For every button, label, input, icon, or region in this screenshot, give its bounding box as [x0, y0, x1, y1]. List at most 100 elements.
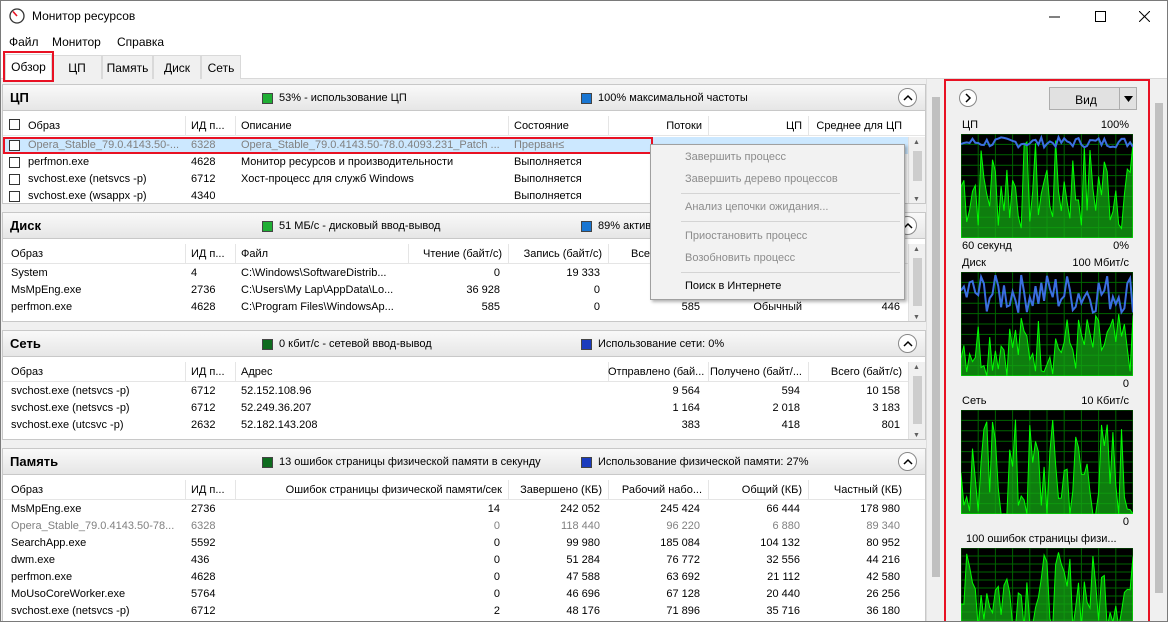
main-scrollbar[interactable] — [926, 79, 944, 621]
chevron-up-icon — [902, 458, 913, 465]
column-pid[interactable]: ИД п... — [191, 120, 225, 132]
column-image[interactable]: Образ — [28, 120, 60, 132]
cell-image: svchost.exe (utcsvc -p) — [11, 419, 124, 431]
table-row[interactable]: svchost.exe (netsvcs -p) 6712 52.152.108… — [3, 383, 925, 400]
cell-address: 52.182.143.208 — [241, 419, 318, 431]
resource-monitor-icon — [9, 8, 25, 24]
disk-scrollbar[interactable]: ▲ ▼ — [908, 244, 925, 321]
menu-item-resume-process[interactable]: Возобновить процесс — [685, 252, 795, 264]
tab-disk[interactable]: Диск — [153, 55, 201, 79]
row-checkbox[interactable] — [9, 140, 20, 151]
network-section-header[interactable]: Сеть 0 кбит/с - сетевой ввод-вывод Испол… — [3, 331, 925, 357]
table-row[interactable]: MsMpEng.exe 2736 14 242 052 245 424 66 444 178… — [3, 501, 925, 518]
column-received[interactable]: Получено (байт/... — [708, 366, 802, 378]
table-row[interactable]: perfmon.exe 4628 C:\Program Files\Window… — [3, 299, 925, 316]
table-row[interactable]: perfmon.exe 4628 0 47 588 63 692 21 112 42 580 — [3, 569, 925, 586]
column-image[interactable]: Образ — [11, 248, 43, 260]
minimize-icon — [1048, 16, 1060, 18]
column-private[interactable]: Частный (КБ) — [808, 484, 902, 496]
cell-response: 446 — [881, 301, 900, 313]
panel-scrollbar[interactable] — [1149, 89, 1166, 621]
menu-file[interactable]: Файл — [9, 35, 39, 49]
cell-sent: 1 164 — [672, 402, 700, 414]
column-total[interactable]: Всего (байт/с) — [808, 366, 902, 378]
cell-state: Выполняется — [514, 156, 582, 168]
table-row[interactable]: svchost.exe (utcsvc -p) 2632 52.182.143.… — [3, 417, 925, 434]
table-row[interactable]: dwm.exe 436 0 51 284 76 772 32 556 44 216 — [3, 552, 925, 569]
cell-private: 36 180 — [866, 605, 900, 617]
table-row[interactable]: svchost.exe (netsvcs -p) 6712 2 48 176 71 89… — [3, 603, 925, 620]
cell-pid: 2736 — [191, 284, 216, 296]
cell-sent: 383 — [681, 419, 700, 431]
table-row[interactable]: Opera_Stable_79.0.4143.50-78... 6328 0 118 … — [3, 518, 925, 535]
row-checkbox[interactable] — [9, 174, 20, 185]
column-write[interactable]: Запись (байт/с) — [508, 248, 602, 260]
memory-section: Память 13 ошибок страницы физической пам… — [2, 448, 926, 621]
cpu-section-header[interactable]: ЦП 53% - использование ЦП 100% максималь… — [3, 85, 925, 111]
menu-monitor[interactable]: Монитор — [52, 35, 101, 49]
column-avg-cpu[interactable]: Среднее для ЦП — [808, 120, 902, 132]
column-image[interactable]: Образ — [11, 366, 43, 378]
column-description[interactable]: Описание — [241, 120, 292, 132]
table-row[interactable]: svchost.exe (netsvcs -p) 6712 52.249.36.… — [3, 400, 925, 417]
column-file[interactable]: Файл — [241, 248, 268, 260]
select-all-checkbox[interactable] — [9, 119, 20, 130]
view-button[interactable]: Вид — [1049, 87, 1123, 110]
close-button[interactable] — [1121, 1, 1167, 32]
column-sent[interactable]: Отправлено (бай... — [608, 366, 704, 378]
column-image[interactable]: Образ — [11, 484, 43, 496]
maximize-button[interactable] — [1077, 1, 1123, 32]
cell-image: perfmon.exe — [11, 571, 73, 583]
network-scrollbar[interactable]: ▲ ▼ — [908, 362, 925, 439]
column-read[interactable]: Чтение (байт/с) — [408, 248, 502, 260]
cell-image: perfmon.exe — [11, 301, 73, 313]
cell-image: svchost.exe (netsvcs -p) — [11, 385, 130, 397]
collapse-button[interactable] — [898, 334, 917, 353]
cpu-graph-min: 0% — [1113, 240, 1129, 252]
cell-write: 19 333 — [566, 267, 600, 279]
row-checkbox[interactable] — [9, 191, 20, 202]
memory-section-header[interactable]: Память 13 ошибок страницы физической пам… — [3, 449, 925, 475]
menu-item-end-process-tree[interactable]: Завершить дерево процессов — [685, 173, 838, 185]
column-pid[interactable]: ИД п... — [191, 248, 225, 260]
column-hard-faults[interactable]: Ошибок страницы физической памяти/сек — [235, 484, 502, 496]
tab-memory[interactable]: Память — [102, 55, 153, 79]
tab-network[interactable]: Сеть — [201, 55, 241, 79]
cell-shared: 21 112 — [767, 571, 800, 583]
cell-pid: 6328 — [191, 139, 216, 151]
column-threads[interactable]: Потоки — [608, 120, 702, 132]
tab-cpu[interactable]: ЦП — [52, 55, 102, 79]
column-address[interactable]: Адрес — [241, 366, 273, 378]
table-row[interactable]: MoUsoCoreWorker.exe 5764 0 46 696 67 128 20 4… — [3, 586, 925, 603]
column-working-set[interactable]: Рабочий набо... — [608, 484, 702, 496]
column-commit[interactable]: Завершено (КБ) — [508, 484, 602, 496]
view-dropdown-button[interactable] — [1119, 87, 1137, 110]
collapse-panel-button[interactable] — [959, 89, 977, 107]
column-pid[interactable]: ИД п... — [191, 366, 225, 378]
menu-item-end-process[interactable]: Завершить процесс — [685, 151, 786, 163]
menu-item-suspend-process[interactable]: Приостановить процесс — [685, 230, 807, 242]
menu-help[interactable]: Справка — [117, 35, 164, 49]
minimize-button[interactable] — [1031, 1, 1077, 32]
memory-usage-indicator: Использование физической памяти: 27% — [581, 456, 809, 468]
cell-description: Монитор ресурсов и производительности — [241, 156, 454, 168]
column-state[interactable]: Состояние — [514, 120, 569, 132]
chevron-up-icon — [902, 340, 913, 347]
cpu-scrollbar[interactable]: ▲ ▼ — [908, 137, 925, 203]
column-cpu[interactable]: ЦП — [708, 120, 802, 132]
cell-commit: 47 588 — [566, 571, 600, 583]
column-shareable[interactable]: Общий (КБ) — [708, 484, 802, 496]
collapse-button[interactable] — [898, 88, 917, 107]
cell-private: 80 952 — [866, 537, 900, 549]
column-pid[interactable]: ИД п... — [191, 484, 225, 496]
cell-image: dwm.exe — [11, 554, 56, 566]
menu-item-search-online[interactable]: Поиск в Интернете — [685, 280, 781, 292]
cell-private: 178 980 — [860, 503, 900, 515]
collapse-button[interactable] — [898, 452, 917, 471]
chevron-down-icon — [1123, 95, 1133, 102]
menu-item-wait-chain[interactable]: Анализ цепочки ожидания... — [685, 201, 828, 213]
row-checkbox[interactable] — [9, 157, 20, 168]
maximize-icon — [1094, 11, 1106, 22]
tab-overview[interactable]: Обзор — [5, 54, 52, 80]
table-row[interactable]: SearchApp.exe 5592 0 99 980 185 084 104 132 80… — [3, 535, 925, 552]
